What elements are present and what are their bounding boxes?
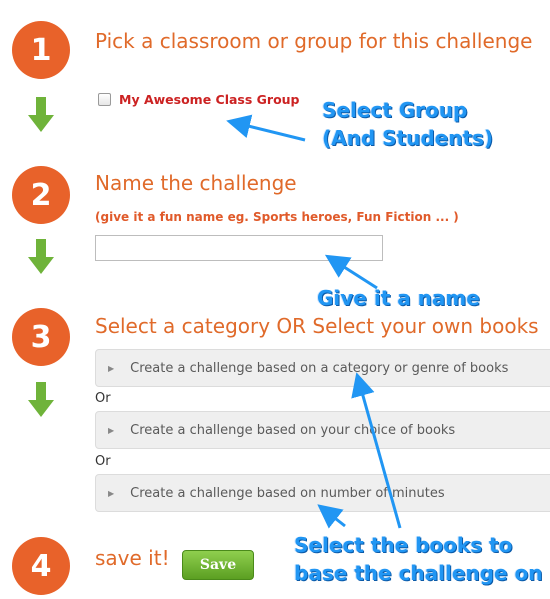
step-title-4: save it!	[95, 546, 170, 570]
caret-right-icon: ▶	[108, 425, 115, 435]
callout-give-name: Give it a name	[317, 284, 480, 312]
callout-line: Select Group	[322, 98, 468, 122]
option-label[interactable]: Create a challenge based on number of mi…	[130, 486, 444, 501]
step-title-2: Name the challenge	[95, 171, 297, 195]
step-number-2: 2	[12, 166, 70, 224]
group-option[interactable]: My Awesome Class Group	[98, 92, 300, 107]
arrow-down-icon	[28, 382, 54, 417]
callout-line: base the challenge on	[294, 561, 543, 585]
option-label[interactable]: Create a challenge based on your choice …	[130, 423, 455, 438]
callout-line: (And Students)	[322, 126, 494, 150]
step-title-1: Pick a classroom or group for this chall…	[95, 29, 533, 53]
checkbox-icon[interactable]	[98, 93, 111, 106]
caret-right-icon: ▶	[108, 488, 115, 498]
caret-right-icon: ▶	[108, 363, 115, 373]
arrow-down-icon	[28, 97, 54, 132]
or-separator: Or	[95, 391, 111, 406]
or-separator: Or	[95, 454, 111, 469]
step-number-4: 4	[12, 537, 70, 595]
callout-line: Select the books to	[294, 533, 513, 557]
step-number-1: 1	[12, 21, 70, 79]
step-title-3: Select a category OR Select your own boo…	[95, 314, 539, 338]
step-number-3: 3	[12, 308, 70, 366]
callout-line: Give it a name	[317, 286, 480, 310]
option-choice-of-books[interactable]: ▶ Create a challenge based on your choic…	[95, 411, 550, 449]
arrow-down-icon	[28, 239, 54, 274]
challenge-name-input[interactable]	[95, 235, 383, 261]
callout-select-group: Select Group (And Students)	[322, 96, 493, 152]
option-label[interactable]: Create a challenge based on a category o…	[130, 361, 508, 376]
callout-select-books: Select the books to base the challenge o…	[294, 531, 543, 587]
option-number-of-minutes[interactable]: ▶ Create a challenge based on number of …	[95, 474, 550, 512]
save-button[interactable]: Save	[182, 550, 254, 580]
arrow-to-group	[226, 114, 306, 142]
challenge-name-hint: (give it a fun name eg. Sports heroes, F…	[95, 210, 459, 224]
group-label[interactable]: My Awesome Class Group	[119, 92, 300, 107]
option-category-genre[interactable]: ▶ Create a challenge based on a category…	[95, 349, 550, 387]
